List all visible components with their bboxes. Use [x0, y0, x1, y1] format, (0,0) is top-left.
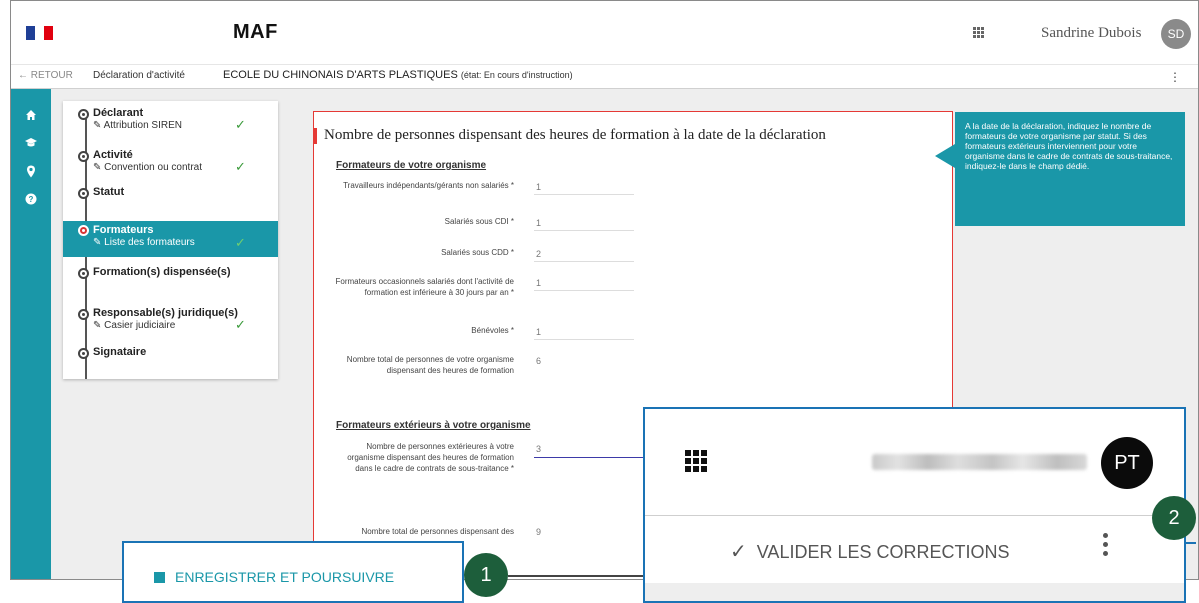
step-title: Formateurs	[93, 224, 154, 236]
field-input[interactable]: 2	[536, 249, 541, 259]
step-title: Statut	[93, 186, 125, 198]
step-responsables[interactable]: Responsable(s) juridique(s) ✎ Casier jud…	[63, 307, 278, 337]
field-label: Nombre total de personnes dispensant des	[361, 527, 514, 536]
validate-corrections-label: VALIDER LES CORRECTIONS	[756, 542, 1010, 562]
location-pin-icon[interactable]	[21, 165, 41, 185]
step-title: Signataire	[93, 346, 147, 358]
more-menu-icon[interactable]: ⋮	[1169, 70, 1181, 84]
top-bar: MAF Sandrine Dubois SD	[11, 1, 1198, 65]
tooltip-pointer	[935, 144, 955, 168]
french-flag-logo	[26, 26, 54, 40]
blurred-user-name	[872, 454, 1087, 470]
field-label: Salariés sous CDI *	[444, 217, 514, 226]
step-subtitle: ✎ Attribution SIREN	[93, 120, 182, 131]
field-input[interactable]: 3	[536, 444, 541, 454]
divider	[645, 515, 1184, 516]
error-marker	[314, 128, 317, 144]
step-bullet-icon	[78, 151, 89, 162]
field-input[interactable]: 1	[536, 218, 541, 228]
check-icon: ✓	[235, 317, 246, 332]
app-title: MAF	[233, 21, 278, 43]
callout-1-connector	[508, 575, 645, 577]
step-title: Formation(s) dispensée(s)	[93, 266, 231, 278]
form-title: Nombre de personnes dispensant des heure…	[324, 127, 826, 143]
help-tooltip: A la date de la déclaration, indiquez le…	[955, 112, 1185, 226]
more-menu-icon[interactable]	[1102, 533, 1110, 563]
step-signataire[interactable]: Signataire	[63, 346, 278, 364]
callout-2-connector	[1186, 542, 1196, 544]
callout-badge-2: 2	[1152, 496, 1196, 540]
step-formateurs[interactable]: Formateurs ✎ Liste des formateurs ✓	[63, 221, 278, 257]
field-total-value: 9	[536, 527, 542, 537]
step-activite[interactable]: Activité ✎ Convention ou contrat ✓	[63, 149, 278, 179]
step-bullet-icon	[78, 348, 89, 359]
organization-state: (état: En cours d'instruction)	[460, 70, 573, 80]
field-underline	[534, 339, 634, 340]
apps-grid-icon[interactable]	[685, 450, 707, 472]
field-input[interactable]: 1	[536, 278, 541, 288]
step-bullet-icon	[78, 109, 89, 120]
zoom-panel-save: ENREGISTRER ET POURSUIVRE	[122, 541, 464, 603]
back-link[interactable]: ← RETOUR	[18, 70, 73, 81]
step-bullet-icon	[78, 268, 89, 279]
save-and-continue-label: ENREGISTRER ET POURSUIVRE	[175, 569, 395, 585]
apps-grid-icon[interactable]	[973, 27, 984, 38]
check-icon: ✓	[235, 235, 246, 250]
zoom-panel-header: PT ✓ VALIDER LES CORRECTIONS	[643, 407, 1186, 603]
field-label: Formateurs occasionnels salariés dont l'…	[335, 277, 515, 297]
organization-name: ECOLE DU CHINONAIS D'ARTS PLASTIQUES	[223, 69, 458, 81]
field-underline	[534, 194, 634, 195]
step-bullet-icon	[78, 309, 89, 320]
step-formations[interactable]: Formation(s) dispensée(s)	[63, 266, 278, 284]
field-underline	[534, 290, 634, 291]
zoom-bottom-strip	[645, 583, 1184, 601]
field-label: Nombre total de personnes de votre organ…	[346, 355, 514, 375]
screenshot: MAF Sandrine Dubois SD ← RETOUR Déclarat…	[0, 0, 1199, 603]
step-subtitle: ✎ Convention ou contrat	[93, 162, 202, 173]
step-declarant[interactable]: Déclarant ✎ Attribution SIREN ✓	[63, 107, 278, 137]
organization-title: ECOLE DU CHINONAIS D'ARTS PLASTIQUES (ét…	[223, 69, 573, 81]
zoom-header-row: PT	[645, 409, 1184, 512]
step-subtitle: ✎ Casier judiciaire	[93, 320, 176, 331]
steps-panel: Déclarant ✎ Attribution SIREN ✓ Activité…	[63, 101, 278, 379]
field-underline	[534, 230, 634, 231]
field-input[interactable]: 1	[536, 327, 541, 337]
breadcrumb[interactable]: Déclaration d'activité	[93, 70, 185, 81]
check-icon: ✓	[730, 541, 747, 563]
section-heading: Formateurs extérieurs à votre organisme	[336, 420, 531, 431]
field-label: Nombre de personnes extérieures à votre …	[347, 442, 514, 473]
user-name[interactable]: Sandrine Dubois	[1041, 25, 1141, 42]
svg-text:?: ?	[29, 195, 34, 204]
step-title: Déclarant	[93, 107, 144, 119]
help-icon[interactable]: ?	[21, 193, 41, 213]
check-icon: ✓	[235, 117, 246, 132]
step-statut[interactable]: Statut	[63, 186, 278, 204]
user-avatar[interactable]: PT	[1101, 437, 1153, 489]
step-bullet-icon	[78, 188, 89, 199]
user-avatar[interactable]: SD	[1161, 19, 1191, 49]
field-total-value: 6	[536, 356, 542, 366]
validate-corrections-button[interactable]: ✓ VALIDER LES CORRECTIONS	[730, 539, 1010, 564]
step-title: Activité	[93, 149, 133, 161]
sub-header: ← RETOUR Déclaration d'activité ECOLE DU…	[11, 65, 1198, 89]
step-title: Responsable(s) juridique(s)	[93, 307, 238, 319]
step-subtitle: ✎ Liste des formateurs	[93, 237, 195, 248]
home-icon[interactable]	[21, 109, 41, 129]
field-label: Salariés sous CDD *	[441, 248, 514, 257]
check-icon: ✓	[235, 159, 246, 174]
callout-badge-1: 1	[464, 553, 508, 597]
field-input[interactable]: 1	[536, 182, 541, 192]
step-bullet-icon	[78, 225, 89, 236]
field-underline	[534, 261, 634, 262]
section-heading: Formateurs de votre organisme	[336, 160, 487, 171]
graduation-cap-icon[interactable]	[21, 137, 41, 157]
save-icon	[154, 572, 165, 583]
save-and-continue-button[interactable]: ENREGISTRER ET POURSUIVRE	[154, 569, 394, 585]
side-nav: ?	[11, 89, 51, 579]
field-label: Bénévoles *	[471, 326, 514, 335]
field-label: Travailleurs indépendants/gérants non sa…	[343, 181, 514, 190]
